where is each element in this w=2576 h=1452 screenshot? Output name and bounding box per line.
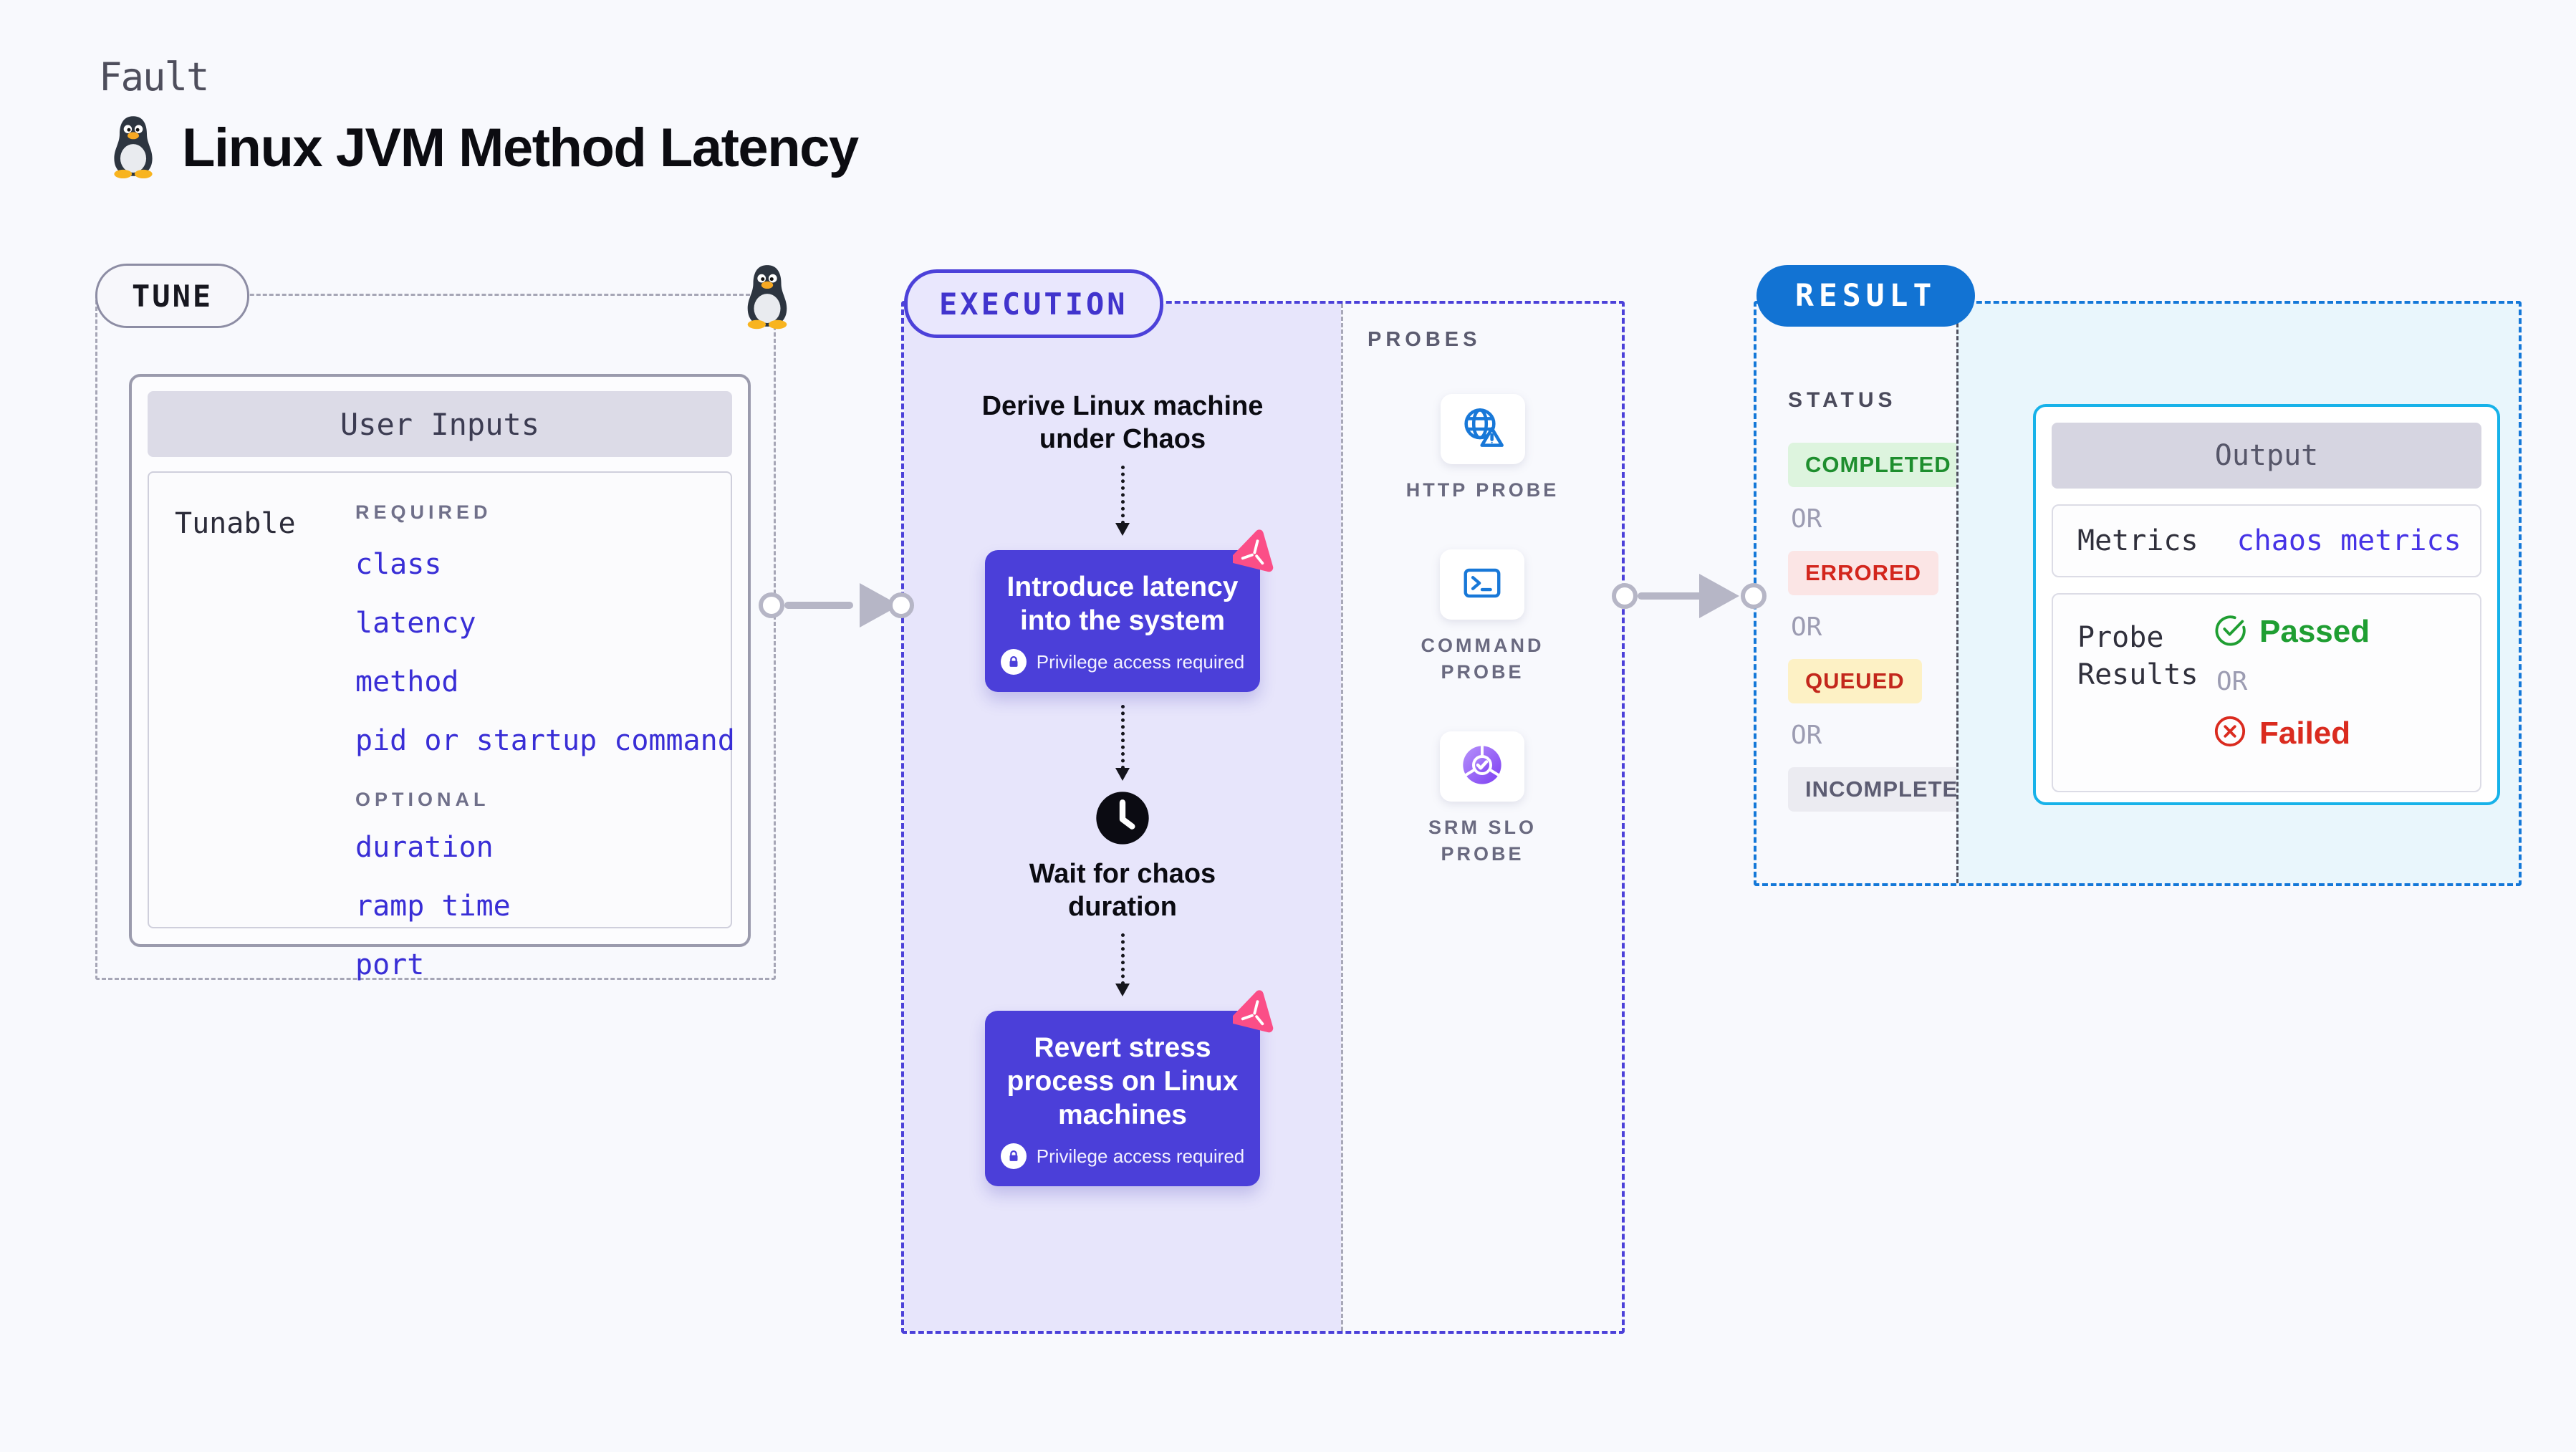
down-arrow xyxy=(1115,466,1130,536)
probe-results-label: Probe Results xyxy=(2077,621,2198,691)
result-section-box: STATUS COMPLETED OR ERRORED OR QUEUED OR… xyxy=(1754,301,2522,886)
probe-item-http: HTTP PROBE xyxy=(1406,394,1559,504)
execution-to-result-arrow-head xyxy=(1699,574,1739,618)
execution-section-box: Derive Linux machine under Chaos Introdu… xyxy=(901,301,1625,1334)
connector-ring xyxy=(888,592,914,618)
check-circle-icon xyxy=(2214,613,2246,650)
lock-icon xyxy=(1000,649,1027,675)
privilege-note: Privilege access required xyxy=(996,649,1249,675)
down-arrow xyxy=(1115,705,1130,781)
http-probe-card xyxy=(1440,394,1525,464)
passed-verdict: Passed xyxy=(2214,613,2370,650)
fault-eyebrow: Fault xyxy=(99,54,210,100)
probes-label: PROBES xyxy=(1368,328,1481,351)
output-header: Output xyxy=(2052,423,2481,489)
revert-stress-node: Revert stress process on Linux machines … xyxy=(985,990,1274,1186)
tunable-item: duration xyxy=(355,831,494,864)
probe-item-command: COMMAND PROBE xyxy=(1421,549,1544,686)
linux-tux-icon xyxy=(106,113,160,183)
probe-label: COMMAND PROBE xyxy=(1421,635,1544,683)
introduce-latency-title: Introduce latency into the system xyxy=(1006,572,1239,636)
linux-tux-corner-icon xyxy=(739,262,795,330)
output-card: Output Metrics chaos metrics Probe Resul… xyxy=(2033,404,2500,805)
slo-donut-icon xyxy=(1459,742,1505,792)
connector-ring xyxy=(759,592,784,618)
tunable-list: REQUIRED class latency method pid or sta… xyxy=(355,501,735,1007)
connector-ring xyxy=(1741,583,1767,609)
metrics-label: Metrics xyxy=(2077,524,2198,557)
status-zone: STATUS COMPLETED OR ERRORED OR QUEUED OR… xyxy=(1756,304,1992,883)
tunable-item: pid or startup command xyxy=(355,724,735,757)
tune-to-execution-arrow-line xyxy=(784,602,853,609)
tunable-item: method xyxy=(355,665,459,698)
probe-results-row: Probe Results Passed OR Failed xyxy=(2052,593,2481,792)
privilege-note: Privilege access required xyxy=(996,1143,1249,1169)
status-label: STATUS xyxy=(1788,388,1897,412)
command-probe-card xyxy=(1440,549,1525,620)
optional-label: OPTIONAL xyxy=(355,789,490,810)
fault-diagram-canvas: Fault Linux JVM Method Latency TUNE User… xyxy=(0,0,2576,1452)
tunable-row-label: Tunable xyxy=(175,507,296,540)
status-badge-errored: ERRORED xyxy=(1788,551,1939,595)
connector-ring xyxy=(1612,583,1638,609)
user-inputs-card: User Inputs Tunable REQUIRED class laten… xyxy=(129,374,751,981)
probe-label: HTTP PROBE xyxy=(1405,479,1559,501)
metrics-row: Metrics chaos metrics xyxy=(2052,504,2481,577)
clock-icon xyxy=(1094,789,1151,850)
required-label: REQUIRED xyxy=(355,501,492,523)
privilege-note-text: Privilege access required xyxy=(1036,1145,1245,1167)
result-badge: RESULT xyxy=(1756,265,1976,327)
terminal-icon xyxy=(1460,561,1504,609)
failed-text: Failed xyxy=(2259,715,2351,751)
tunable-item: class xyxy=(355,548,442,581)
page-title: Linux JVM Method Latency xyxy=(182,117,859,178)
user-inputs-body: Tunable REQUIRED class latency method pi… xyxy=(148,471,735,981)
tunable-item: ramp time xyxy=(355,890,511,923)
verdict-column: Passed OR Failed xyxy=(2214,613,2370,751)
srm-slo-probe-card xyxy=(1440,731,1525,802)
execution-flow-zone: Derive Linux machine under Chaos Introdu… xyxy=(904,304,1341,1331)
chaos-pinwheel-icon xyxy=(1231,529,1277,573)
output-zone: Output Metrics chaos metrics Probe Resul… xyxy=(1956,304,2519,883)
tunable-item: latency xyxy=(355,607,476,640)
revert-stress-title: Revert stress process on Linux machines xyxy=(1006,1032,1239,1130)
or-label: OR xyxy=(1791,612,1822,642)
globe-alert-icon xyxy=(1460,405,1506,454)
wait-step-text: Wait for chaos duration xyxy=(1029,859,1216,922)
probes-zone: PROBES HTTP PROBE COMMAND PROBE SRM SLO … xyxy=(1341,304,1622,1331)
page-title-row: Linux JVM Method Latency xyxy=(106,113,859,183)
introduce-latency-node: Introduce latency into the system Privil… xyxy=(985,529,1274,692)
user-inputs-header: User Inputs xyxy=(148,391,732,457)
status-badge-completed: COMPLETED xyxy=(1788,443,1969,487)
chaos-metrics-link[interactable]: chaos metrics xyxy=(2237,524,2461,557)
privilege-note-text: Privilege access required xyxy=(1036,650,1245,673)
down-arrow xyxy=(1115,933,1130,996)
chaos-pinwheel-icon xyxy=(1231,989,1277,1034)
lock-icon xyxy=(1000,1143,1027,1169)
execution-to-result-arrow-line xyxy=(1638,592,1703,600)
tunable-item: port xyxy=(355,948,425,981)
status-badge-queued: QUEUED xyxy=(1788,659,1922,703)
or-label: OR xyxy=(1791,504,1822,534)
or-label: OR xyxy=(2216,667,2248,696)
derive-step-text: Derive Linux machine under Chaos xyxy=(981,391,1264,454)
failed-verdict: Failed xyxy=(2214,715,2350,751)
or-label: OR xyxy=(1791,721,1822,750)
tune-badge: TUNE xyxy=(95,264,250,328)
passed-text: Passed xyxy=(2259,613,2370,649)
execution-badge: EXECUTION xyxy=(904,269,1163,338)
probe-label: SRM SLO PROBE xyxy=(1428,817,1537,865)
x-circle-icon xyxy=(2214,715,2246,751)
probe-item-srm-slo: SRM SLO PROBE xyxy=(1428,731,1537,867)
